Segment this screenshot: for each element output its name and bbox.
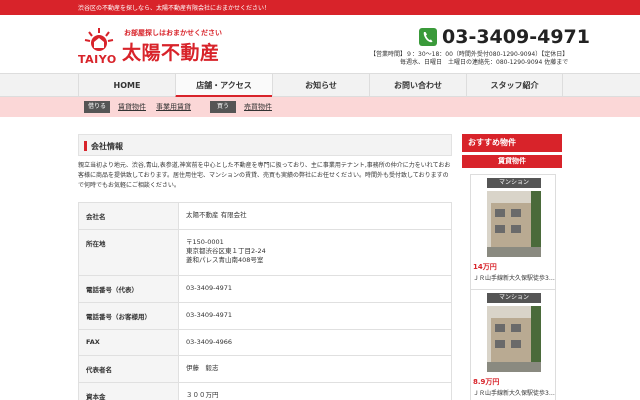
site-logo[interactable]: TAIYO お部屋探しはおまかせください 太陽不動産 [78,26,248,66]
top-bar-text: 渋谷区の不動産を探しなら、太陽不動産有限会社におまかせください！ [78,5,271,12]
property-price: 8.9万円 [473,378,500,386]
property-card[interactable]: マンション 14万円 ＪＲ山手線新大久保駅徒歩3… [470,174,556,290]
table-row: 電話番号（代表） 03-3409-4971 [78,275,452,303]
logo-tagline: お部屋探しはおまかせください [124,29,222,37]
property-category: マンション [487,293,541,303]
phone-number[interactable]: 03-3409-4971 [442,26,590,48]
company-info-table: 会社名 太陽不動産 有限会社 所在地 〒150-0001 東京都渋谷区東１丁目2… [78,202,452,400]
recommended-subheading: 賃貸物件 [462,155,562,168]
section-title: 会社情報 [91,142,123,151]
top-bar: 渋谷区の不動産を探しなら、太陽不動産有限会社におまかせください！ [0,0,640,15]
row-key: FAX [78,329,179,356]
row-value: 03-3409-4966 [178,329,452,356]
company-info-heading: 会社情報 [78,134,452,156]
rent-link[interactable]: 賃貸物件 [118,102,146,112]
nav-news[interactable]: お知らせ [272,74,369,98]
rent-tag: 借りる [84,101,110,113]
row-key: 電話番号（お客様用） [78,302,179,330]
row-value: 03-3409-4971 [178,302,452,330]
sub-nav: 借りる 賃貸物件 事業用賃貸 買う 売買物件 [0,97,640,117]
sun-logo-icon [84,28,114,51]
buy-tag: 買う [210,101,236,113]
table-row: 電話番号（お客様用） 03-3409-4971 [78,302,452,330]
holiday-info: 毎週水、日曜日 土曜日の連絡先：080-1290-9094 佐藤まで [400,59,569,66]
nav-staff[interactable]: スタッフ紹介 [466,74,563,98]
recommended-heading: おすすめ物件 [462,134,562,152]
row-value: 〒150-0001 東京都渋谷区東１丁目2-24 菱和パレス青山南408号室 [178,229,452,276]
logo-taiyo-text: TAIYO [78,53,117,66]
table-row: 資本金 ３００万円 [78,382,452,400]
property-photo[interactable] [487,191,541,257]
company-intro: 親立当初より地元、渋谷,青山,表参道,神宮前を中心とした不動産を専門に扱っており… [78,162,451,189]
row-key: 所在地 [78,229,179,276]
logo-company-name: 太陽不動産 [122,42,220,64]
nav-contact[interactable]: お問い合わせ [369,74,466,98]
main-nav: HOME 店舗・アクセス お知らせ お問い合わせ スタッフ紹介 [0,73,640,98]
property-address: ＪＲ山手線新大久保駅徒歩3… [473,275,555,282]
row-value: ３００万円 [178,382,452,400]
buy-link[interactable]: 売買物件 [244,102,272,112]
row-value: 伊藤 毅志 [178,355,452,383]
business-rent-link[interactable]: 事業用賃貸 [156,102,191,112]
table-row: 代表者名 伊藤 毅志 [78,355,452,383]
nav-store-access[interactable]: 店舗・アクセス [175,74,272,98]
table-row: 会社名 太陽不動産 有限会社 [78,202,452,230]
table-row: FAX 03-3409-4966 [78,329,452,356]
row-key: 会社名 [78,202,179,230]
property-card[interactable]: マンション 8.9万円 ＪＲ山手線新大久保駅徒歩3… [470,289,556,400]
row-key: 資本金 [78,382,179,400]
property-category: マンション [487,178,541,188]
heading-accent [84,141,87,151]
phone-icon [419,28,437,46]
property-photo[interactable] [487,306,541,372]
property-address: ＪＲ山手線新大久保駅徒歩3… [473,390,555,397]
row-key: 電話番号（代表） [78,275,179,303]
table-row: 所在地 〒150-0001 東京都渋谷区東１丁目2-24 菱和パレス青山南408… [78,229,452,276]
nav-home[interactable]: HOME [78,74,175,98]
row-value: 03-3409-4971 [178,275,452,303]
row-value: 太陽不動産 有限会社 [178,202,452,230]
property-price: 14万円 [473,263,497,271]
row-key: 代表者名 [78,355,179,383]
